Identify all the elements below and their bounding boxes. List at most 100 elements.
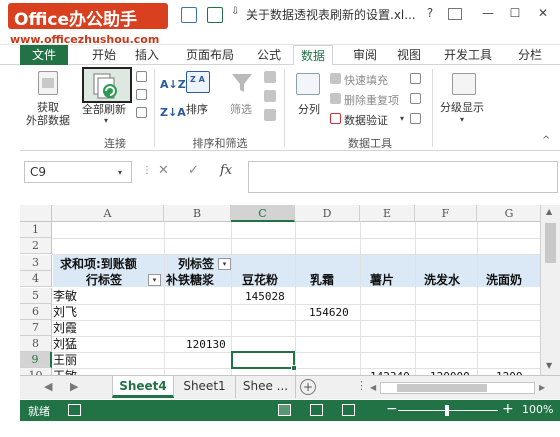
prev-sheet-icon[interactable]: ◀ bbox=[44, 380, 52, 393]
relationships-icon[interactable] bbox=[410, 113, 421, 124]
close-button[interactable]: ✕ bbox=[533, 3, 553, 23]
connections-icon[interactable] bbox=[136, 71, 147, 82]
pivot-row-name[interactable]: 李敏 bbox=[53, 288, 77, 304]
outline-icon[interactable] bbox=[452, 73, 476, 95]
vertical-scrollbar[interactable]: ▲ ▼ bbox=[540, 205, 560, 375]
normal-view-icon[interactable] bbox=[278, 404, 291, 416]
zoom-level[interactable]: 100% bbox=[522, 403, 553, 416]
row-header-9[interactable]: 9 bbox=[20, 352, 52, 368]
flash-fill-button[interactable]: 快速填充 bbox=[344, 72, 388, 88]
remove-duplicates-icon[interactable] bbox=[330, 93, 341, 104]
row-header-4[interactable]: 4 bbox=[20, 271, 52, 287]
consolidate-icon[interactable] bbox=[410, 93, 421, 104]
tab-more[interactable]: 分栏 bbox=[512, 45, 548, 65]
pivot-header-cell[interactable]: 洗面奶 bbox=[486, 272, 522, 288]
selected-cell-c9[interactable] bbox=[231, 351, 295, 369]
column-header-g[interactable]: G bbox=[477, 205, 540, 222]
refresh-dropdown-icon[interactable]: ▾ bbox=[104, 116, 108, 125]
clear-filter-icon[interactable] bbox=[264, 71, 276, 83]
reapply-filter-icon[interactable] bbox=[264, 90, 276, 102]
pivot-row-name[interactable]: 刘霞 bbox=[53, 320, 77, 336]
worksheet-grid[interactable]: A B C D E F G 1 2 3 4 5 6 7 8 9 10 求和项:到… bbox=[20, 205, 540, 375]
confirm-icon[interactable]: ✓ bbox=[188, 163, 199, 178]
row-header-8[interactable]: 8 bbox=[20, 336, 52, 352]
scroll-left-icon[interactable]: ◀ bbox=[370, 383, 376, 392]
add-sheet-button[interactable]: + bbox=[300, 379, 316, 395]
column-filter-dropdown[interactable]: ▾ bbox=[218, 258, 231, 270]
vertical-scroll-thumb[interactable] bbox=[545, 223, 556, 263]
tab-home[interactable]: 开始 bbox=[88, 45, 120, 65]
column-header-e[interactable]: E bbox=[360, 205, 415, 222]
row-filter-dropdown[interactable]: ▾ bbox=[148, 274, 161, 286]
row-header-1[interactable]: 1 bbox=[20, 222, 52, 238]
pivot-row-name[interactable]: 王敏 bbox=[53, 368, 77, 375]
scroll-down-icon[interactable]: ▼ bbox=[546, 361, 552, 370]
sheet-bar-grip-icon[interactable]: ⋮ bbox=[356, 379, 367, 392]
sheet-tab-sheet1[interactable]: Sheet1 bbox=[174, 376, 236, 398]
pivot-sum-label[interactable]: 求和项:到账额 bbox=[60, 256, 137, 272]
pivot-header-cell[interactable]: 洗发水 bbox=[424, 272, 460, 288]
pivot-header-cell[interactable]: 补铁糖浆 bbox=[166, 272, 214, 288]
scroll-up-icon[interactable]: ▲ bbox=[546, 207, 552, 216]
tab-file[interactable]: 文件 bbox=[20, 45, 68, 65]
get-external-data-button[interactable]: 获取 外部数据 bbox=[26, 101, 70, 127]
sheet-tab-sheet4[interactable]: Sheet4 bbox=[112, 376, 174, 398]
pivot-row-name[interactable]: 刘飞 bbox=[53, 304, 77, 320]
fill-handle[interactable] bbox=[291, 365, 297, 371]
edit-links-icon[interactable] bbox=[136, 107, 147, 118]
row-header-2[interactable]: 2 bbox=[20, 238, 52, 254]
zoom-out-button[interactable]: − bbox=[386, 401, 398, 417]
row-header-3[interactable]: 3 bbox=[20, 255, 52, 271]
sort-icon[interactable]: Z A bbox=[186, 71, 210, 93]
tab-review[interactable]: 审阅 bbox=[350, 45, 380, 65]
column-header-f[interactable]: F bbox=[415, 205, 477, 222]
outline-dropdown-icon[interactable]: ▾ bbox=[460, 115, 464, 124]
remove-duplicates-button[interactable]: 删除重复项 bbox=[344, 92, 399, 108]
macro-record-icon[interactable] bbox=[68, 404, 81, 416]
horizontal-scrollbar[interactable] bbox=[380, 382, 535, 394]
maximize-button[interactable]: ☐ bbox=[505, 3, 525, 23]
filter-button[interactable]: 筛选 bbox=[230, 103, 252, 116]
pivot-value-cell[interactable]: 154620 bbox=[309, 305, 349, 321]
tab-data[interactable]: 数据 bbox=[293, 45, 333, 66]
refresh-icon[interactable] bbox=[92, 71, 120, 99]
column-header-d[interactable]: D bbox=[295, 205, 360, 222]
data-validation-button[interactable]: 数据验证 bbox=[344, 112, 388, 128]
qat-dropdown-icon[interactable]: ⇩ bbox=[231, 6, 239, 17]
text-to-columns-icon[interactable] bbox=[296, 73, 320, 95]
data-validation-dropdown-icon[interactable]: ▾ bbox=[400, 114, 404, 123]
pivot-header-cell[interactable]: 乳霜 bbox=[310, 272, 334, 288]
column-header-c[interactable]: C bbox=[231, 205, 295, 222]
zoom-in-button[interactable]: + bbox=[502, 401, 514, 417]
page-break-view-icon[interactable] bbox=[342, 404, 355, 416]
sort-za-icon[interactable]: Z↓A bbox=[160, 106, 186, 119]
scroll-right-icon[interactable]: ▶ bbox=[539, 383, 545, 392]
pivot-row-label[interactable]: 行标签 bbox=[86, 272, 122, 288]
row-header-10[interactable]: 10 bbox=[20, 368, 52, 375]
pivot-row-name[interactable]: 刘猛 bbox=[53, 336, 77, 352]
tab-developer[interactable]: 开发工具 bbox=[440, 45, 496, 65]
row-header-6[interactable]: 6 bbox=[20, 304, 52, 320]
horizontal-scroll-thumb[interactable] bbox=[397, 384, 487, 392]
sort-az-icon[interactable]: A↓Z bbox=[160, 78, 186, 91]
flash-fill-icon[interactable] bbox=[330, 73, 341, 84]
pivot-row-name[interactable]: 王丽 bbox=[53, 352, 77, 368]
select-all-corner[interactable] bbox=[20, 205, 52, 222]
tab-formulas[interactable]: 公式 bbox=[254, 45, 284, 65]
tab-view[interactable]: 视图 bbox=[394, 45, 424, 65]
next-sheet-icon[interactable]: ▶ bbox=[70, 380, 78, 393]
sheet-tab-more[interactable]: Shee ... bbox=[236, 376, 296, 398]
row-header-5[interactable]: 5 bbox=[20, 288, 52, 304]
outline-button[interactable]: 分级显示 bbox=[440, 101, 484, 114]
external-data-icon[interactable] bbox=[38, 71, 58, 95]
save-icon[interactable] bbox=[207, 7, 223, 23]
help-button[interactable]: ? bbox=[420, 3, 440, 23]
data-validation-icon[interactable] bbox=[330, 113, 341, 124]
row-header-7[interactable]: 7 bbox=[20, 320, 52, 336]
name-box-dropdown-icon[interactable]: ▾ bbox=[118, 168, 122, 177]
pivot-value-cell[interactable]: 120130 bbox=[186, 337, 226, 353]
formula-input[interactable] bbox=[248, 161, 558, 193]
advanced-filter-icon[interactable] bbox=[264, 109, 276, 121]
insert-function-icon[interactable]: fx bbox=[220, 163, 232, 178]
collapse-ribbon-icon[interactable]: ^ bbox=[542, 135, 550, 146]
